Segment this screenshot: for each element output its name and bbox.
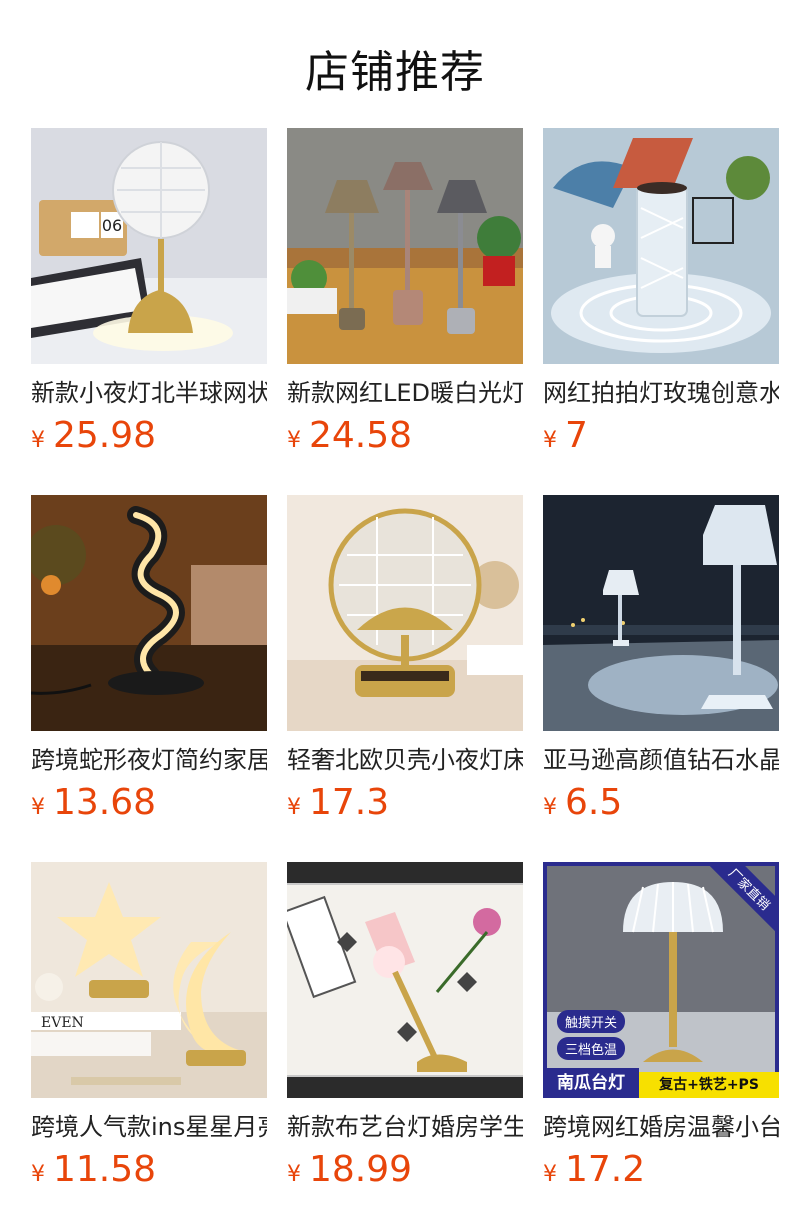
currency-symbol: ¥ [287,795,301,820]
price-value: 13.68 [53,782,157,823]
product-price: ¥24.58 [287,414,523,458]
product-image[interactable] [287,495,523,731]
product-price: ¥18.99 [287,1148,523,1192]
feature-pill: 三档色温 [557,1037,626,1060]
product-name[interactable]: 新款小夜灯北半球网状台灯 [31,376,267,410]
product-card[interactable]: 轻奢北欧贝壳小夜灯床头灯 ¥17.3 [287,495,523,862]
header: 店铺推荐 [0,0,790,128]
product-name[interactable]: 新款布艺台灯婚房学生宿舍 [287,1110,523,1144]
svg-text:06: 06 [102,216,122,235]
product-image[interactable]: 06 [31,128,267,364]
product-image[interactable]: EVEN [31,862,267,1098]
currency-symbol: ¥ [287,1162,301,1187]
price-value: 17.2 [565,1149,646,1190]
product-image[interactable] [287,128,523,364]
price-value: 17.3 [309,782,390,823]
product-name[interactable]: 新款网红LED暖白光灯台灯 [287,376,523,410]
product-card[interactable]: 新款布艺台灯婚房学生宿舍 ¥18.99 [287,862,523,1229]
product-name[interactable]: 轻奢北欧贝壳小夜灯床头灯 [287,743,523,777]
currency-symbol: ¥ [543,428,557,453]
product-price: ¥17.3 [287,781,523,825]
product-tag: 南瓜台灯 [543,1068,639,1098]
price-value: 11.58 [53,1149,157,1190]
product-image[interactable]: 厂家直销 触摸开关 三档色温 南瓜台灯 复古+铁艺+PS [543,862,779,1098]
currency-symbol: ¥ [31,795,45,820]
currency-symbol: ¥ [543,795,557,820]
product-name[interactable]: 跨境蛇形夜灯简约家居装饰 [31,743,267,777]
currency-symbol: ¥ [287,428,301,453]
product-name[interactable]: 网红拍拍灯玫瑰创意水晶灯 [543,376,779,410]
product-price: ¥17.2 [543,1148,779,1192]
page-title: 店铺推荐 [305,47,485,98]
product-card[interactable]: 新款网红LED暖白光灯台灯 ¥24.58 [287,128,523,495]
currency-symbol: ¥ [31,428,45,453]
product-card[interactable]: 厂家直销 触摸开关 三档色温 南瓜台灯 复古+铁艺+PS 跨境网红婚房温馨小台灯… [543,862,779,1229]
price-value: 6.5 [565,782,623,823]
price-value: 7 [565,415,588,456]
currency-symbol: ¥ [31,1162,45,1187]
product-name[interactable]: 跨境人气款ins星星月亮灯 [31,1110,267,1144]
price-value: 24.58 [309,415,413,456]
product-price: ¥13.68 [31,781,267,825]
product-image[interactable] [287,862,523,1098]
product-card[interactable]: EVEN 跨境人气款ins星星月亮灯 ¥11.58 [31,862,267,1229]
product-image[interactable] [543,128,779,364]
product-price: ¥11.58 [31,1148,267,1192]
currency-symbol: ¥ [543,1162,557,1187]
product-card[interactable]: 亚马逊高颜值钻石水晶台灯 ¥6.5 [543,495,779,862]
product-name[interactable]: 跨境网红婚房温馨小台灯 [543,1110,779,1144]
product-card[interactable]: 网红拍拍灯玫瑰创意水晶灯 ¥7 [543,128,779,495]
product-card[interactable]: 06 新款小夜灯北半球网状台灯 ¥25.98 [31,128,267,495]
price-value: 18.99 [309,1149,413,1190]
product-grid: 06 新款小夜灯北半球网状台灯 ¥25.98 [31,128,779,1229]
price-value: 25.98 [53,415,157,456]
product-card[interactable]: 跨境蛇形夜灯简约家居装饰 ¥13.68 [31,495,267,862]
product-price: ¥6.5 [543,781,779,825]
product-price: ¥25.98 [31,414,267,458]
product-image[interactable] [543,495,779,731]
feature-pill: 触摸开关 [557,1010,626,1033]
product-price: ¥7 [543,414,779,458]
product-name[interactable]: 亚马逊高颜值钻石水晶台灯 [543,743,779,777]
product-image[interactable] [31,495,267,731]
svg-text:EVEN: EVEN [41,1015,84,1031]
material-tag: 复古+铁艺+PS [639,1072,779,1098]
